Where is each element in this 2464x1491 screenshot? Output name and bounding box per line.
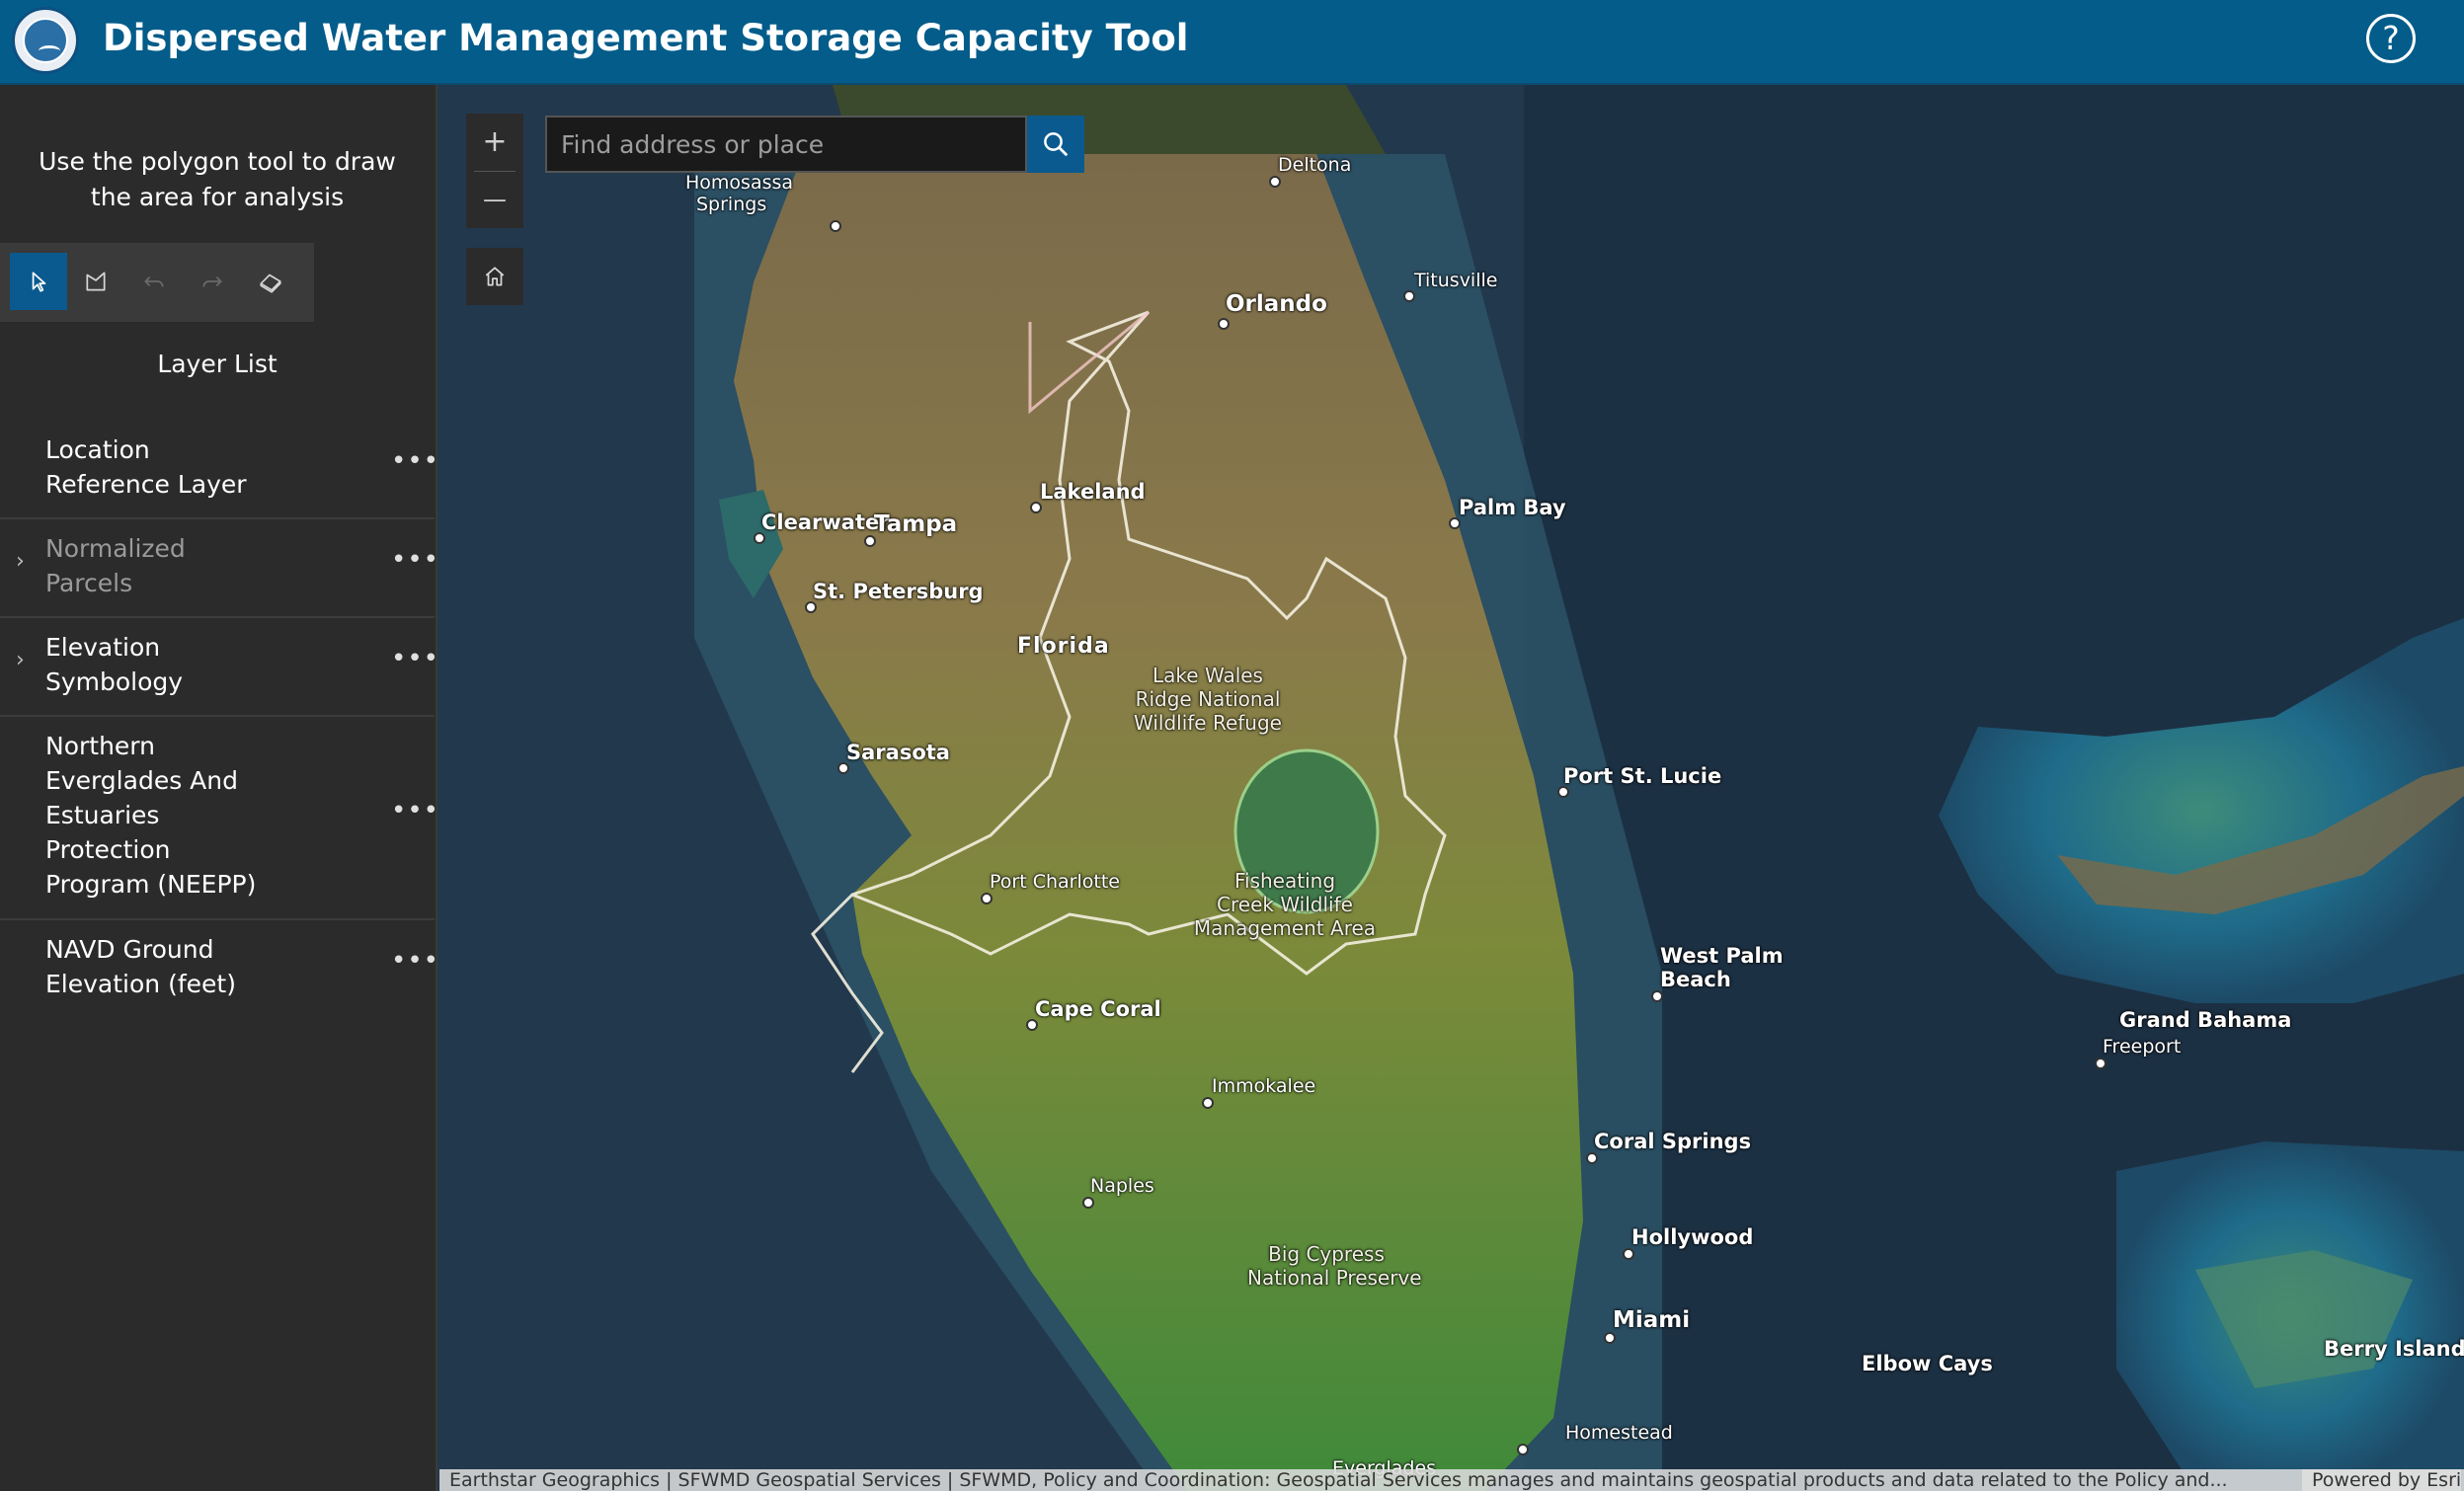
layer-item-location-reference[interactable]: Location Reference Layer ••• bbox=[0, 421, 438, 519]
map-label-clearwater: Clearwater bbox=[761, 510, 890, 534]
city-marker bbox=[1030, 502, 1042, 513]
map-label-elbow-cays: Elbow Cays bbox=[1862, 1352, 1993, 1375]
map-label-deltona: Deltona bbox=[1278, 154, 1352, 176]
help-button[interactable]: ? bbox=[2366, 14, 2416, 63]
city-marker bbox=[2095, 1058, 2106, 1069]
home-button[interactable] bbox=[466, 248, 523, 305]
map-label-immokalee: Immokalee bbox=[1212, 1075, 1316, 1097]
attribution-credits[interactable]: Earthstar Geographics | SFWMD Geospatial… bbox=[449, 1469, 2228, 1491]
city-marker bbox=[1218, 318, 1230, 330]
city-marker bbox=[1269, 176, 1281, 188]
select-tool-button[interactable] bbox=[10, 253, 67, 310]
map-label-homestead: Homestead bbox=[1565, 1422, 1673, 1444]
layer-options-button[interactable]: ••• bbox=[391, 946, 439, 976]
erase-button[interactable] bbox=[242, 253, 299, 310]
map-label-palm-bay: Palm Bay bbox=[1459, 496, 1566, 519]
zoom-in-button[interactable]: + bbox=[466, 114, 523, 171]
city-marker bbox=[805, 601, 817, 613]
map-label-port-st-lucie: Port St. Lucie bbox=[1563, 764, 1722, 788]
cursor-icon bbox=[32, 272, 46, 292]
city-marker bbox=[1604, 1332, 1616, 1344]
layer-list-title: Layer List bbox=[157, 350, 278, 378]
city-marker bbox=[1403, 290, 1415, 302]
sidebar-panel: Use the polygon tool to draw the area fo… bbox=[0, 85, 438, 1491]
redo-button[interactable] bbox=[184, 253, 241, 310]
city-marker bbox=[864, 535, 876, 547]
polygon-tool-button[interactable] bbox=[67, 253, 124, 310]
layer-options-button[interactable]: ••• bbox=[391, 796, 439, 825]
map-label-titusville: Titusville bbox=[1414, 270, 1498, 291]
map-label-coral-springs: Coral Springs bbox=[1594, 1130, 1752, 1153]
zoom-controls: + — bbox=[466, 114, 523, 228]
map-label-hollywood: Hollywood bbox=[1631, 1225, 1754, 1249]
map-label-grand-bahama: Grand Bahama bbox=[2119, 1008, 2292, 1032]
city-marker bbox=[1202, 1097, 1214, 1109]
map-label-tampa: Tampa bbox=[874, 511, 958, 537]
map-label-homosassa-springs: Springs bbox=[696, 194, 767, 215]
map-label-naples: Naples bbox=[1090, 1175, 1154, 1197]
layer-item-navd-ground-elevation[interactable]: NAVD Ground Elevation (feet) ••• bbox=[0, 920, 438, 1019]
chevron-right-icon[interactable]: › bbox=[16, 549, 25, 574]
map-label-lake-wales-refuge: Lake Wales Ridge National Wildlife Refug… bbox=[1134, 664, 1282, 735]
map-label-freeport: Freeport bbox=[2103, 1036, 2182, 1058]
city-marker bbox=[830, 220, 841, 232]
search-box bbox=[545, 116, 1027, 173]
city-marker bbox=[1586, 1152, 1598, 1164]
powered-by-esri[interactable]: Powered by Esri bbox=[2302, 1469, 2462, 1491]
map-label-port-charlotte: Port Charlotte bbox=[990, 871, 1120, 893]
layer-options-button[interactable]: ••• bbox=[391, 446, 439, 476]
satellite-basemap bbox=[437, 85, 2464, 1491]
polygon-icon bbox=[86, 272, 106, 291]
zoom-out-button[interactable]: — bbox=[466, 171, 523, 228]
city-marker bbox=[981, 893, 993, 904]
layer-label: Location Reference Layer bbox=[45, 435, 247, 499]
undo-icon bbox=[144, 276, 164, 287]
map-label-big-cypress: Big Cypress National Preserve bbox=[1247, 1242, 1422, 1290]
app-title: Dispersed Water Management Storage Capac… bbox=[103, 17, 1189, 59]
layer-label: Northern Everglades And Estuaries Protec… bbox=[45, 732, 257, 899]
app-header: Dispersed Water Management Storage Capac… bbox=[0, 0, 2464, 85]
city-marker bbox=[1557, 786, 1569, 798]
map-label-florida: Florida bbox=[1017, 634, 1110, 659]
search-button[interactable] bbox=[1027, 116, 1084, 173]
map-label-orlando: Orlando bbox=[1226, 291, 1327, 317]
map-label-fisheating-creek: Fisheating Creek Wildlife Management Are… bbox=[1193, 869, 1377, 940]
layer-options-button[interactable]: ••• bbox=[391, 644, 439, 673]
layer-item-neepp[interactable]: Northern Everglades And Estuaries Protec… bbox=[0, 717, 438, 920]
city-marker bbox=[1449, 517, 1461, 529]
map-label-lakeland: Lakeland bbox=[1040, 480, 1146, 504]
layer-label: Normalized Parcels bbox=[45, 534, 186, 597]
map-label-west-palm-beach: West Palm Beach bbox=[1660, 944, 1784, 991]
city-marker bbox=[1517, 1444, 1529, 1455]
search-input[interactable] bbox=[547, 118, 1027, 171]
city-marker bbox=[1082, 1197, 1094, 1209]
eraser-icon bbox=[260, 274, 281, 293]
map-label-miami: Miami bbox=[1613, 1307, 1691, 1333]
search-icon bbox=[1044, 132, 1069, 157]
layer-label: NAVD Ground Elevation (feet) bbox=[45, 935, 236, 998]
city-marker bbox=[754, 532, 765, 544]
map-view[interactable]: Homosassa Springs Deltona Orlando Titusv… bbox=[437, 85, 2464, 1491]
sketch-toolbar bbox=[0, 243, 314, 322]
layer-item-elevation-symbology[interactable]: › Elevation Symbology ••• bbox=[0, 618, 438, 717]
city-marker bbox=[1026, 1019, 1038, 1031]
district-seal-logo bbox=[12, 7, 79, 74]
city-marker bbox=[1623, 1248, 1634, 1260]
redo-icon bbox=[202, 276, 222, 287]
undo-button[interactable] bbox=[125, 253, 183, 310]
city-marker bbox=[837, 762, 849, 774]
map-label-homosassa: Homosassa bbox=[685, 172, 794, 194]
map-label-sarasota: Sarasota bbox=[846, 741, 950, 764]
map-label-cape-coral: Cape Coral bbox=[1035, 997, 1161, 1021]
layer-label: Elevation Symbology bbox=[45, 633, 184, 696]
draw-instructions: Use the polygon tool to draw the area fo… bbox=[39, 147, 396, 211]
map-label-st-petersburg: St. Petersburg bbox=[813, 580, 984, 603]
map-label-berry-islands: Berry Islands bbox=[2324, 1337, 2464, 1361]
map-attribution: Earthstar Geographics | SFWMD Geospatial… bbox=[439, 1469, 2464, 1491]
home-icon bbox=[485, 267, 505, 286]
city-marker bbox=[1651, 990, 1663, 1002]
layer-item-normalized-parcels[interactable]: › Normalized Parcels ••• bbox=[0, 519, 438, 618]
layer-options-button[interactable]: ••• bbox=[391, 545, 439, 575]
chevron-right-icon[interactable]: › bbox=[16, 648, 25, 672]
